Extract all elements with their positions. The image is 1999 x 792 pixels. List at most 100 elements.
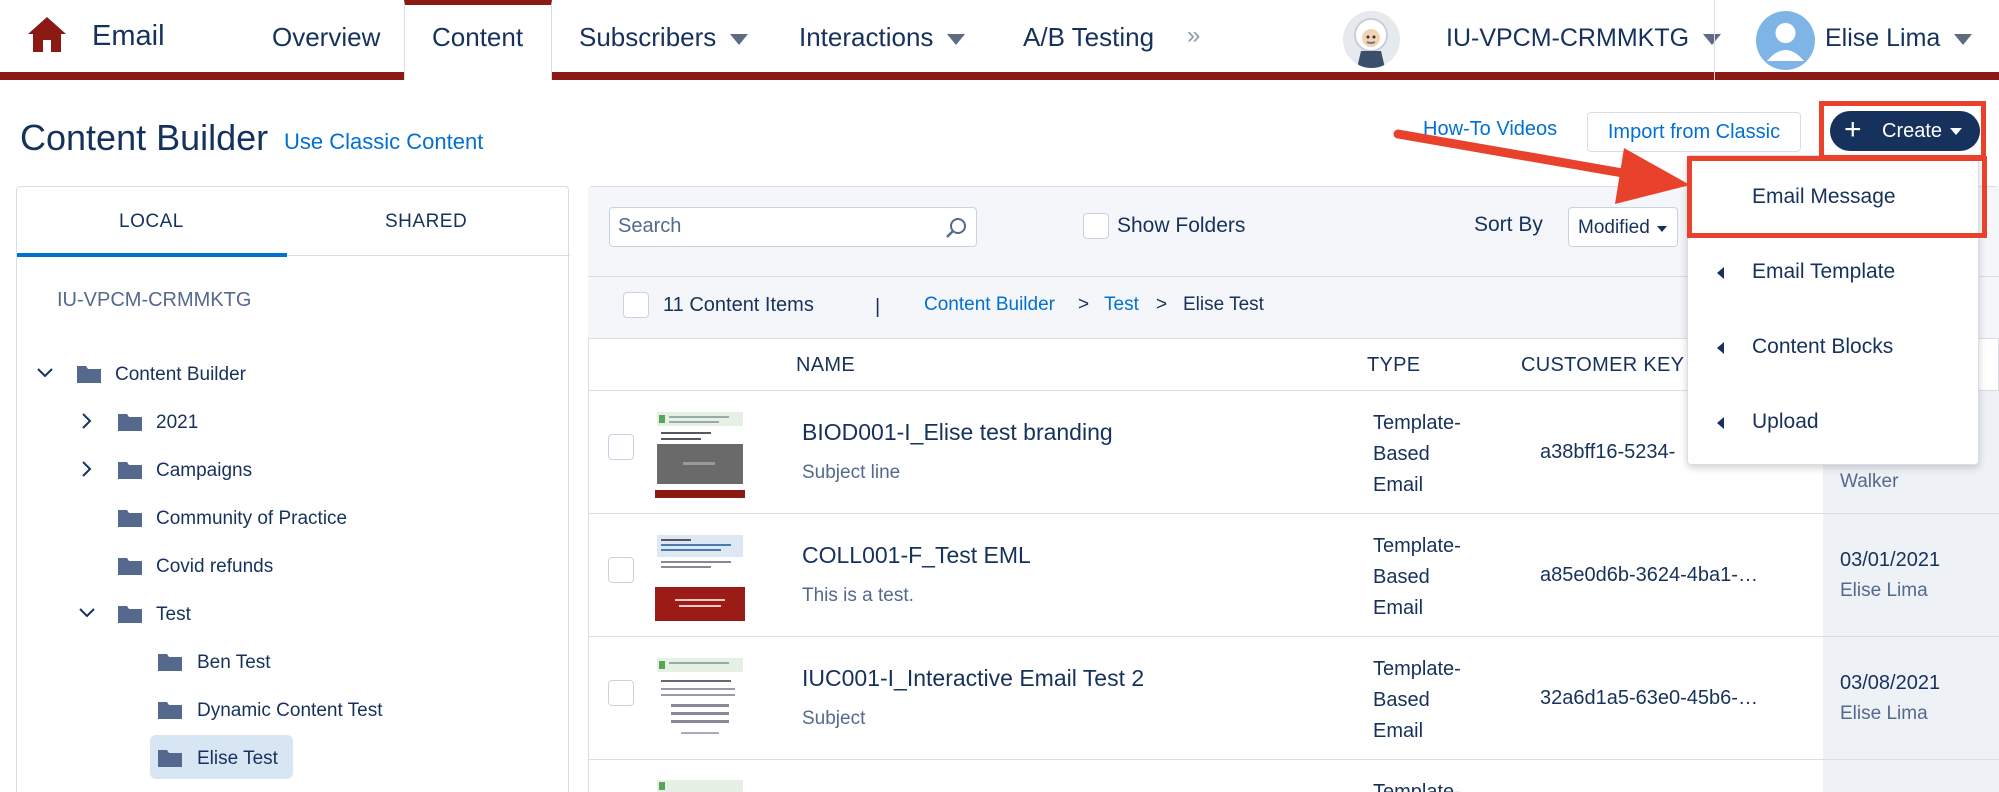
search-input[interactable]	[618, 215, 928, 238]
column-header-customer-key[interactable]: CUSTOMER KEY	[1521, 354, 1684, 377]
tree-item-2021[interactable]: 2021	[78, 406, 378, 442]
org-label: IU-VPCM-CRMMKTG	[57, 289, 252, 311]
einstein-avatar[interactable]	[1343, 11, 1400, 68]
breadcrumb-content-builder[interactable]: Content Builder	[924, 294, 1055, 316]
tab-label: Subscribers	[579, 22, 717, 52]
folder-icon	[118, 558, 142, 575]
chevron-down-icon[interactable]	[36, 364, 54, 382]
app-name[interactable]: Email	[92, 20, 165, 53]
show-folders-checkbox[interactable]	[1083, 213, 1109, 239]
chevron-down-icon	[1657, 226, 1667, 232]
column-header-type[interactable]: TYPE	[1367, 354, 1420, 377]
search-box[interactable]	[609, 207, 977, 247]
tab-shared[interactable]: SHARED	[385, 211, 467, 233]
tree-item-label: Content Builder	[115, 364, 246, 385]
org-switcher[interactable]: IU-VPCM-CRMMKTG	[1446, 24, 1722, 53]
chevron-down-icon	[947, 33, 966, 45]
column-header-name[interactable]: NAME	[796, 354, 855, 377]
content-subject: Subject line	[802, 462, 901, 483]
user-name-label: Elise Lima	[1825, 24, 1941, 52]
content-name-link[interactable]: COLL001-F_Test EML	[802, 542, 1031, 569]
chevron-right-icon[interactable]	[78, 412, 96, 430]
modified-by: Walker	[1840, 471, 1899, 492]
content-name-link[interactable]: IUC001-I_Interactive Email Test 2	[802, 665, 1144, 692]
row-checkbox[interactable]	[608, 434, 634, 460]
menu-item-label: Content Blocks	[1752, 335, 1894, 358]
tree-item-test[interactable]: Test	[78, 598, 378, 634]
customer-key: a38bff16-5234-	[1540, 441, 1676, 463]
folder-icon	[158, 654, 182, 671]
tree-item-community-of-practice[interactable]: Community of Practice	[78, 502, 418, 538]
active-tab-underline	[17, 253, 287, 257]
chevron-down-icon	[730, 33, 749, 45]
modified-date: 03/08/2021	[1840, 672, 1941, 694]
tree-item-label: Test	[156, 604, 191, 625]
select-all-checkbox[interactable]	[623, 292, 649, 318]
tab-subscribers[interactable]: Subscribers	[579, 22, 749, 53]
tree-item-label: Ben Test	[197, 652, 271, 673]
nav-divider	[1714, 0, 1715, 80]
folder-icon	[118, 462, 142, 479]
tab-label: Content	[432, 22, 524, 52]
tree-item-label: Community of Practice	[156, 508, 348, 529]
tree-item-content-builder[interactable]: Content Builder	[36, 358, 336, 394]
table-row[interactable]	[589, 637, 1999, 760]
table-row[interactable]	[589, 514, 1999, 637]
tab-label: Interactions	[799, 22, 934, 52]
chevron-down-icon	[1703, 33, 1722, 45]
tree-item-label: Covid refunds	[156, 556, 274, 577]
row-checkbox[interactable]	[608, 557, 634, 583]
chevron-down-icon	[1954, 33, 1973, 45]
content-type: Template- Based Email	[1373, 412, 1461, 496]
more-tabs-icon[interactable]: »	[1187, 22, 1200, 50]
user-avatar-icon[interactable]	[1756, 11, 1815, 70]
folder-open-icon	[118, 606, 142, 623]
how-to-videos-link[interactable]: How-To Videos	[1423, 118, 1557, 141]
email-thumbnail	[655, 410, 745, 498]
submenu-arrow-icon	[1717, 342, 1724, 354]
tree-item-campaigns[interactable]: Campaigns	[78, 454, 378, 490]
tree-item-label: Dynamic Content Test	[197, 700, 383, 721]
tab-local[interactable]: LOCAL	[119, 211, 184, 233]
tab-content[interactable]: Content	[432, 22, 523, 53]
sort-select[interactable]: Modified	[1568, 207, 1678, 247]
use-classic-content-link[interactable]: Use Classic Content	[284, 129, 483, 155]
chevron-right-icon[interactable]	[78, 460, 96, 478]
tab-interactions[interactable]: Interactions	[799, 22, 966, 53]
content-name-link[interactable]: BIOD001-I_Elise test branding	[802, 419, 1113, 446]
tree-item-dynamic-content-test[interactable]: Dynamic Content Test	[157, 694, 457, 730]
create-highlight-box	[1819, 101, 1986, 160]
folder-icon	[158, 750, 182, 767]
sort-by-label: Sort By	[1474, 213, 1543, 236]
home-icon[interactable]	[26, 14, 68, 56]
menu-item-content-blocks[interactable]: Content Blocks	[1688, 322, 1980, 372]
tab-label: Overview	[272, 22, 381, 52]
einstein-icon	[1354, 18, 1388, 68]
chevron-down-icon[interactable]	[78, 604, 96, 622]
breadcrumb-separator: >	[1156, 294, 1168, 315]
tab-overview[interactable]: Overview	[272, 22, 380, 53]
import-from-classic-button[interactable]: Import from Classic	[1587, 112, 1801, 152]
content-subject: Subject	[802, 708, 866, 729]
tree-item-label: Elise Test	[197, 748, 278, 769]
user-menu[interactable]: Elise Lima	[1825, 24, 1973, 53]
folder-icon	[118, 510, 142, 527]
org-name-label: IU-VPCM-CRMMKTG	[1446, 24, 1690, 52]
tree-item-covid-refunds[interactable]: Covid refunds	[78, 550, 378, 586]
tab-label: A/B Testing	[1023, 22, 1155, 52]
customer-key: a85e0d6b-3624-4ba1-…	[1540, 564, 1758, 586]
menu-item-email-template[interactable]: Email Template	[1688, 247, 1980, 297]
tab-ab-testing[interactable]: A/B Testing	[1023, 22, 1154, 53]
menu-item-upload[interactable]: Upload	[1688, 397, 1980, 447]
tree-item-ben-test[interactable]: Ben Test	[157, 646, 457, 682]
search-icon[interactable]	[944, 216, 968, 240]
content-type: Template- Based Email	[1373, 658, 1461, 742]
sort-value: Modified	[1578, 217, 1650, 238]
email-message-highlight-box	[1687, 156, 1987, 238]
person-icon	[1767, 23, 1804, 61]
modified-by: Elise Lima	[1840, 580, 1928, 601]
breadcrumb-test[interactable]: Test	[1104, 294, 1139, 316]
tree-item-elise-test[interactable]: Elise Test	[157, 742, 287, 778]
row-checkbox[interactable]	[608, 680, 634, 706]
content-type: Template- Based Email	[1373, 535, 1461, 619]
